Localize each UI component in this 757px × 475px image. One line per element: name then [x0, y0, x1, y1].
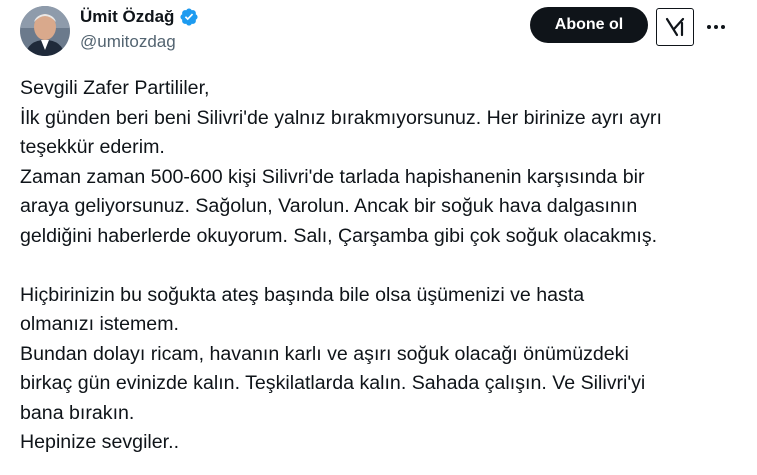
tweet-line: bana bırakın. — [20, 401, 135, 424]
name-row: Ümit Özdağ — [80, 6, 199, 28]
more-options-button[interactable] — [703, 14, 729, 40]
tweet-line: geldiğini haberlerde okuyorum. Salı, Çar… — [20, 224, 658, 247]
avatar[interactable] — [20, 6, 70, 56]
tweet-text: Sevgili Zafer Partililer, İlk günden ber… — [20, 74, 740, 458]
avatar-image — [20, 6, 70, 56]
tweet-line: Hiçbirinizin bu soğukta ateş başında bil… — [20, 283, 585, 306]
tweet-line: Zaman zaman 500-600 kişi Silivri'de tarl… — [20, 165, 645, 188]
tweet-line: teşekkür ederim. — [20, 136, 165, 158]
tweet-line: birkaç gün evinizde kalın. Teşkilatlarda… — [20, 372, 646, 394]
grok-icon — [665, 17, 685, 37]
more-horizontal-icon — [707, 25, 725, 29]
verified-badge-icon — [179, 7, 199, 27]
tweet-line: Hepinize sevgiler.. — [20, 431, 180, 453]
tweet-header: Ümit Özdağ @umitozdag Abone ol — [0, 0, 757, 62]
user-handle[interactable]: @umitozdag — [80, 32, 199, 52]
tweet-line: araya geliyorsunuz. Sağolun, Varolun. An… — [20, 195, 638, 217]
grok-button[interactable] — [656, 8, 694, 46]
display-name[interactable]: Ümit Özdağ — [80, 7, 174, 27]
tweet-line: İlk günden beri beni Silivri'de yalnız b… — [20, 106, 662, 129]
tweet-line: olmanızı istemem. — [20, 313, 179, 335]
tweet-line: Sevgili Zafer Partililer, — [20, 77, 210, 99]
author-block: Ümit Özdağ @umitozdag — [80, 6, 199, 52]
tweet-line: Bundan dolayı ricam, havanın karlı ve aş… — [20, 342, 629, 365]
follow-button[interactable]: Abone ol — [530, 7, 648, 43]
tweet-blank-line — [20, 251, 740, 281]
